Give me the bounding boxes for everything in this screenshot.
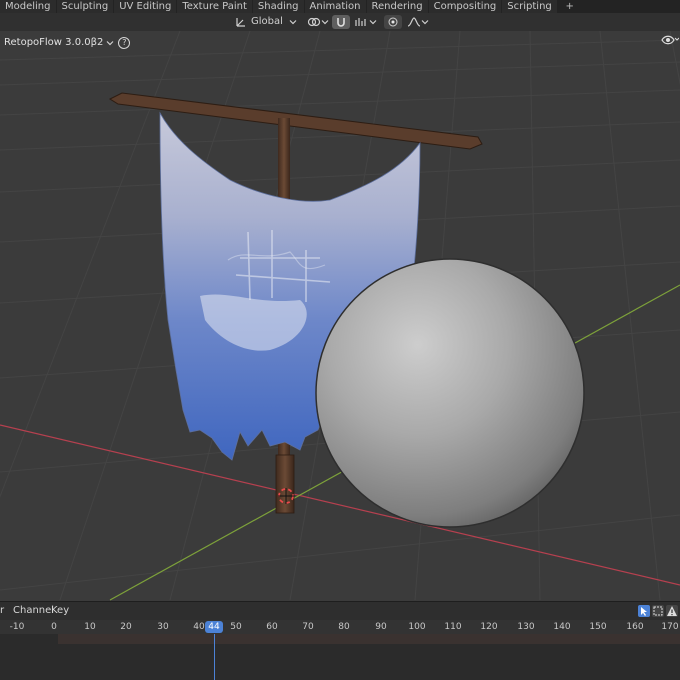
tab-scripting[interactable]: Scripting bbox=[502, 0, 557, 13]
snap-magnet-icon bbox=[337, 18, 345, 27]
menu-channel[interactable]: Channel bbox=[13, 605, 54, 616]
tick-label: 140 bbox=[553, 622, 571, 632]
tick-label: 10 bbox=[84, 622, 96, 632]
tick-label: 0 bbox=[51, 622, 57, 632]
retopoflow-label: RetopoFlow 3.0.0β2 bbox=[4, 37, 104, 48]
playhead-line[interactable] bbox=[214, 634, 215, 680]
viewport-header: Global bbox=[0, 13, 680, 31]
current-frame-indicator[interactable]: 44 bbox=[205, 621, 223, 633]
tick-label: 120 bbox=[480, 622, 498, 632]
tab-texture-paint[interactable]: Texture Paint bbox=[177, 0, 252, 13]
warning-icon[interactable] bbox=[666, 605, 678, 617]
orientation-label: Global bbox=[251, 16, 283, 27]
timeline-header: r Channel Key bbox=[0, 601, 680, 621]
proportional-edit-button[interactable] bbox=[383, 15, 402, 29]
menu-marker[interactable]: r bbox=[0, 605, 4, 616]
tab-modeling[interactable]: Modeling bbox=[0, 0, 56, 13]
chevron-down-icon bbox=[289, 20, 297, 25]
snap-target-icon bbox=[355, 18, 366, 26]
tick-label: 160 bbox=[626, 622, 644, 632]
retopoflow-menu[interactable]: RetopoFlow 3.0.0β2 ? bbox=[4, 36, 131, 50]
tick-label: 110 bbox=[444, 622, 462, 632]
tick-label: 40 bbox=[193, 622, 205, 632]
viewport-canvas[interactable] bbox=[0, 31, 680, 601]
transform-pivot-icon bbox=[307, 17, 321, 27]
workspace-tabbar: Modeling Sculpting UV Editing Texture Pa… bbox=[0, 0, 680, 13]
tab-sculpting[interactable]: Sculpting bbox=[56, 0, 114, 13]
tick-label: 50 bbox=[230, 622, 242, 632]
orientation-dropdown[interactable]: Global bbox=[232, 15, 300, 29]
tick-label: 60 bbox=[266, 622, 278, 632]
timeline-tracks[interactable] bbox=[0, 634, 680, 680]
chevron-down-icon bbox=[369, 20, 377, 25]
add-workspace-button[interactable]: + bbox=[558, 0, 582, 13]
tab-uv-editing[interactable]: UV Editing bbox=[114, 0, 177, 13]
tick-label: 30 bbox=[157, 622, 169, 632]
tick-label: 90 bbox=[375, 622, 387, 632]
tab-rendering[interactable]: Rendering bbox=[366, 0, 428, 13]
chevron-down-icon bbox=[321, 20, 329, 25]
tab-compositing[interactable]: Compositing bbox=[428, 0, 502, 13]
sphere-mesh[interactable] bbox=[315, 258, 585, 528]
tick-label: 150 bbox=[589, 622, 607, 632]
box-select-icon[interactable] bbox=[652, 605, 664, 617]
chevron-down-icon bbox=[421, 20, 429, 25]
help-icon[interactable]: ? bbox=[118, 37, 131, 49]
tick-label: 80 bbox=[338, 622, 350, 632]
pivot-point-dropdown[interactable] bbox=[304, 15, 332, 29]
timeline-tool-icons bbox=[636, 605, 678, 617]
falloff-curve-icon bbox=[407, 17, 421, 27]
3d-viewport[interactable] bbox=[0, 31, 680, 601]
transform-controls: Global bbox=[232, 15, 432, 29]
scene-range-bar bbox=[58, 634, 680, 644]
chevron-down-icon bbox=[106, 41, 114, 46]
falloff-dropdown[interactable] bbox=[404, 15, 432, 29]
tab-shading[interactable]: Shading bbox=[252, 0, 304, 13]
frame-ruler[interactable]: -10 0 10 20 30 40 50 60 70 80 90 100 110… bbox=[0, 620, 680, 634]
eye-icon[interactable] bbox=[661, 34, 679, 46]
snap-toggle-button[interactable] bbox=[331, 15, 350, 29]
tick-label: 100 bbox=[408, 622, 426, 632]
menu-key[interactable]: Key bbox=[51, 605, 69, 616]
tick-label: 20 bbox=[120, 622, 132, 632]
orientation-axes-icon bbox=[236, 18, 245, 27]
tick-label: 170 bbox=[661, 622, 679, 632]
snap-target-dropdown[interactable] bbox=[352, 15, 380, 29]
tick-label: 70 bbox=[302, 622, 314, 632]
tab-animation[interactable]: Animation bbox=[304, 0, 366, 13]
tick-label: -10 bbox=[9, 622, 25, 632]
tick-label: 130 bbox=[517, 622, 535, 632]
proportional-edit-icon bbox=[388, 17, 398, 27]
select-cursor-icon[interactable] bbox=[638, 605, 650, 617]
